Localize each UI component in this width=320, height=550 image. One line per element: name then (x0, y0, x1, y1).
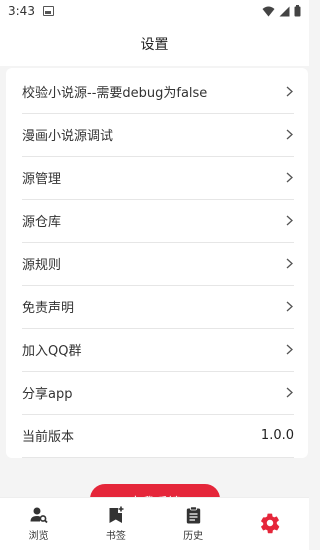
wifi-icon (262, 6, 275, 16)
settings-list: 校验小说源--需要debug为false 漫画小说源调试 源管理 源仓库 源规则… (6, 68, 308, 458)
settings-item-label: 免责声明 (22, 301, 75, 316)
settings-item-share-app[interactable]: 分享app (6, 371, 308, 414)
settings-item-source-rules[interactable]: 源规则 (6, 242, 308, 285)
chevron-right-icon (284, 343, 294, 357)
settings-item-label: 源规则 (22, 258, 62, 273)
nav-label-history: 历史 (183, 531, 204, 542)
settings-item-disclaimer[interactable]: 免责声明 (6, 285, 308, 328)
status-bar: 3:43 (0, 0, 309, 22)
chevron-right-icon (284, 171, 294, 185)
battery-icon (294, 5, 301, 17)
bottom-nav: 浏览 书签 历史 (0, 497, 309, 550)
chevron-right-icon (284, 300, 294, 314)
chevron-right-icon (284, 257, 294, 271)
nav-label-bookmarks: 书签 (105, 531, 126, 542)
settings-item-label: 加入QQ群 (22, 344, 82, 359)
person-search-icon (30, 507, 48, 524)
version-label: 当前版本 (22, 430, 75, 445)
settings-item-label: 源管理 (22, 172, 62, 187)
settings-item-label: 校验小说源--需要debug为false (22, 86, 208, 101)
app-header: 设置 (0, 22, 309, 66)
image-notification-icon (42, 6, 54, 16)
settings-item-join-qq-group[interactable]: 加入QQ群 (6, 328, 308, 371)
nav-item-settings[interactable] (232, 498, 309, 550)
clipboard-icon (186, 506, 200, 524)
settings-item-validate-sources[interactable]: 校验小说源--需要debug为false (6, 70, 308, 113)
chevron-right-icon (284, 85, 294, 99)
version-value: 1.0.0 (260, 428, 294, 443)
settings-item-version: 当前版本 1.0.0 (6, 414, 308, 457)
bookmark-add-icon (109, 506, 124, 523)
settings-item-label: 源仓库 (22, 215, 62, 230)
signal-icon (279, 6, 290, 16)
nav-item-history[interactable]: 历史 (155, 498, 232, 550)
gear-icon (261, 513, 280, 533)
nav-item-bookmarks[interactable]: 书签 (77, 498, 154, 550)
chevron-right-icon (284, 386, 294, 400)
settings-item-label: 漫画小说源调试 (22, 129, 114, 144)
nav-item-browse[interactable]: 浏览 (0, 498, 77, 550)
status-time: 3:43 (8, 4, 35, 18)
settings-item-source-repository[interactable]: 源仓库 (6, 199, 308, 242)
settings-item-debug-sources[interactable]: 漫画小说源调试 (6, 113, 308, 156)
nav-label-browse: 浏览 (28, 531, 49, 542)
status-icons (262, 5, 301, 17)
chevron-right-icon (284, 214, 294, 228)
settings-item-label: 分享app (22, 387, 73, 402)
divider (22, 457, 294, 458)
settings-item-source-manager[interactable]: 源管理 (6, 156, 308, 199)
chevron-right-icon (284, 128, 294, 142)
page-title: 设置 (140, 37, 169, 53)
